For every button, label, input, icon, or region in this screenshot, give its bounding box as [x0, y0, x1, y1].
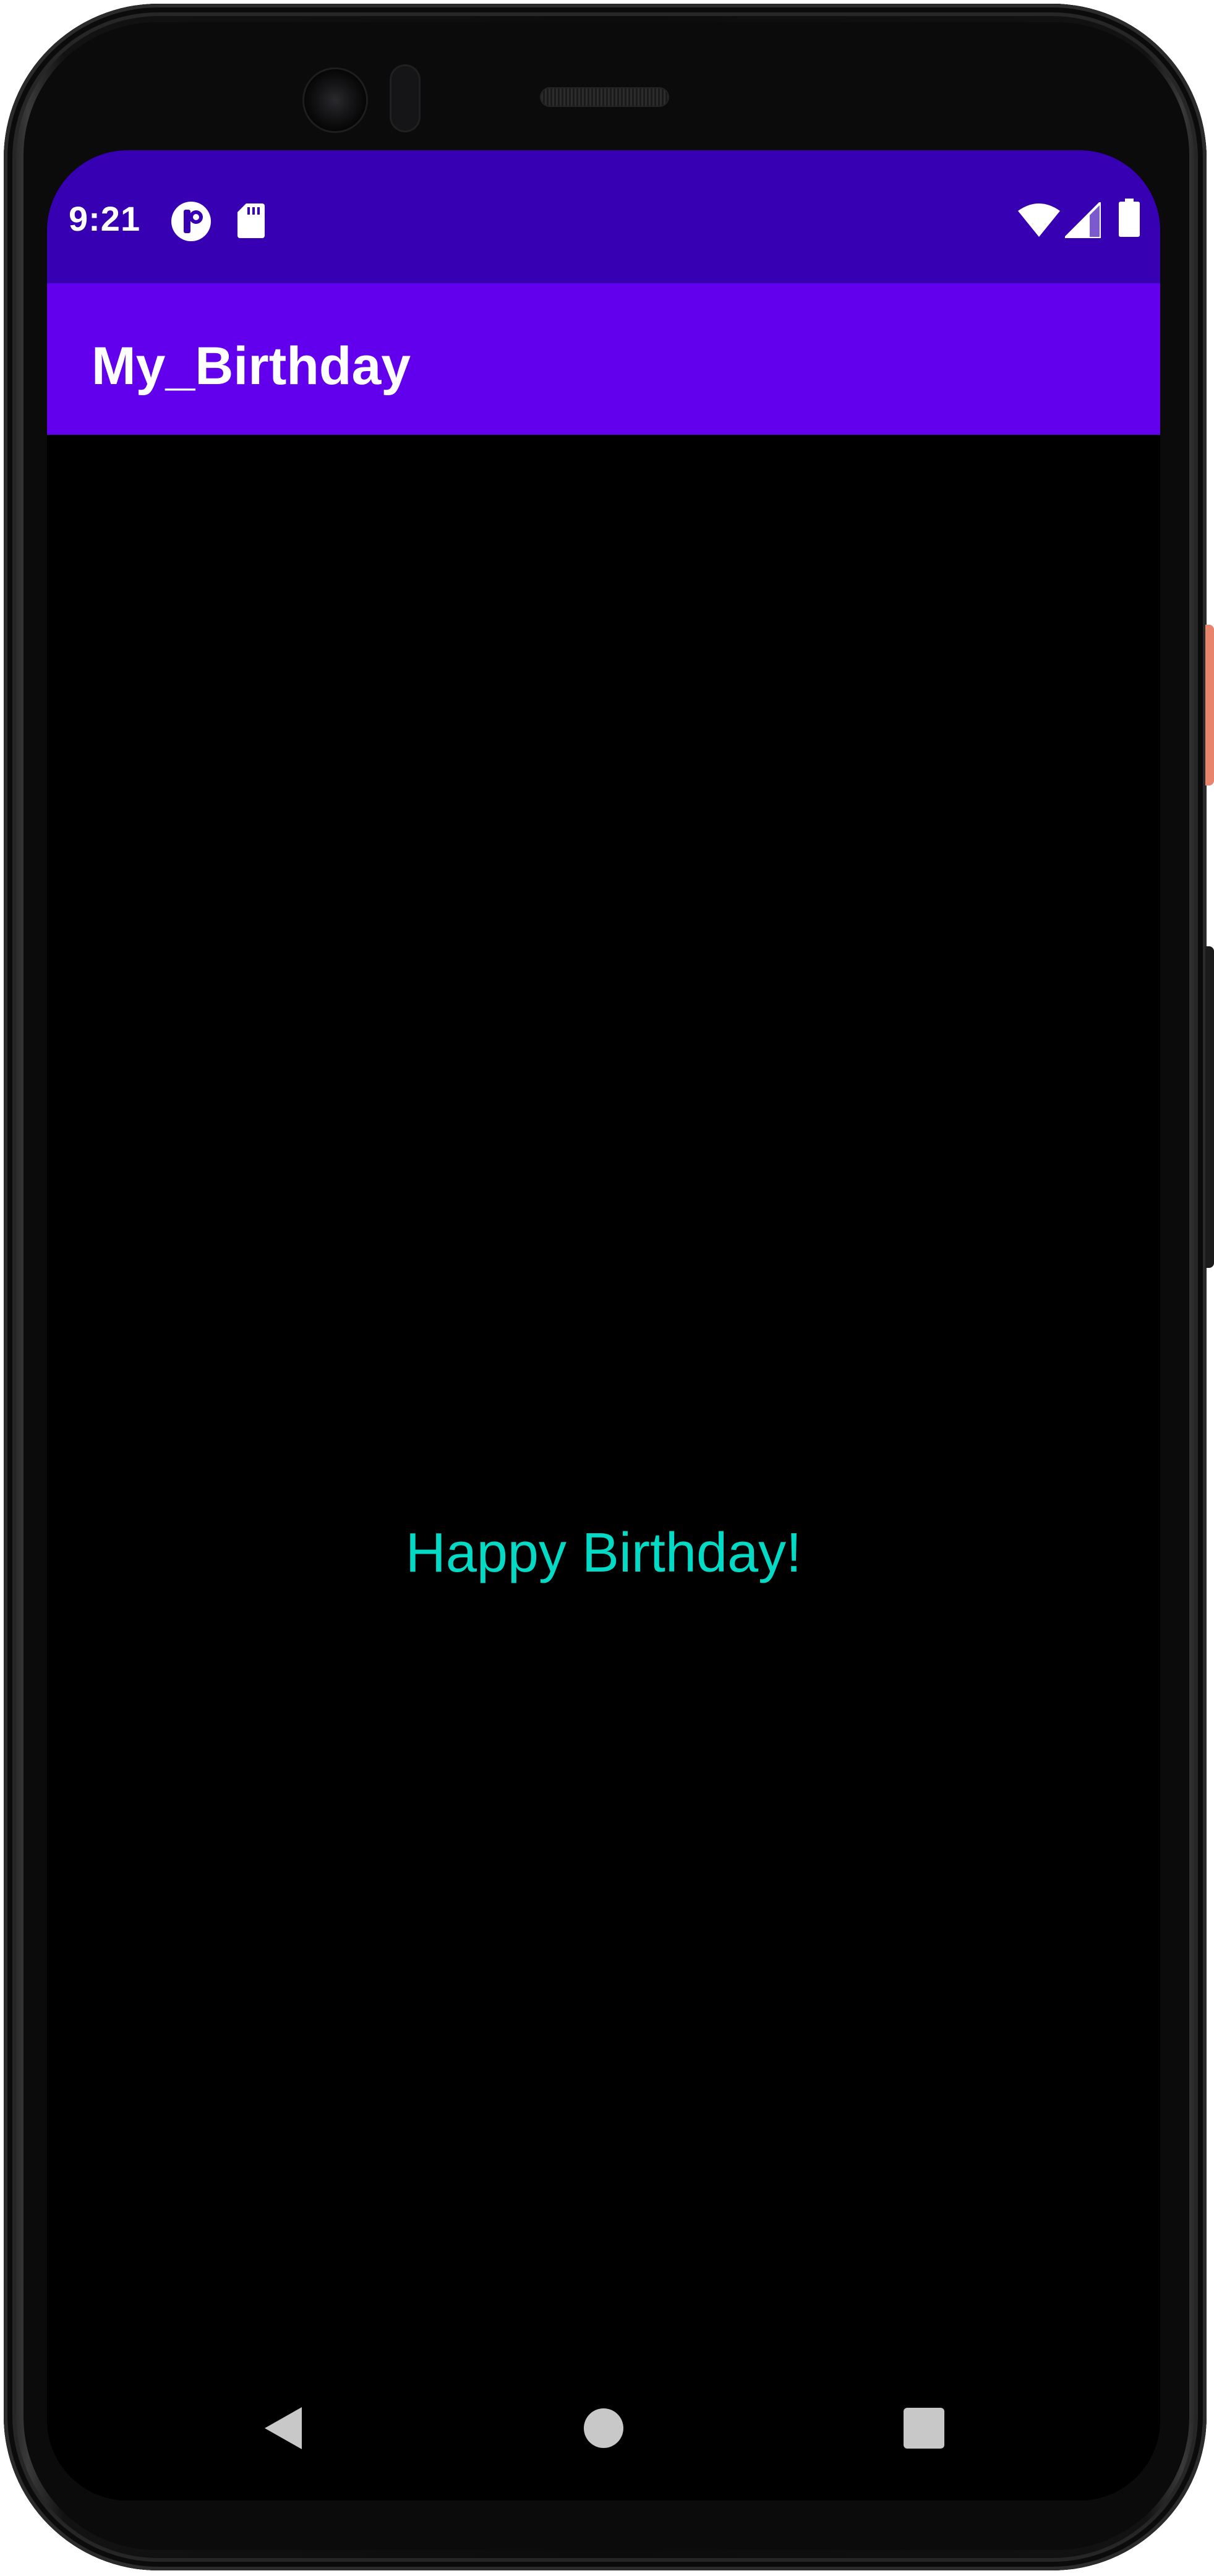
proximity-sensor: [390, 64, 421, 132]
sd-card-icon: [236, 202, 266, 242]
back-icon: [262, 2406, 303, 2454]
home-icon: [583, 2408, 624, 2452]
main-content: Happy Birthday!: [47, 435, 1160, 2501]
status-time: 9:21: [69, 199, 141, 238]
volume-button[interactable]: [1205, 946, 1214, 1268]
app-title: My_Birthday: [92, 336, 411, 396]
power-button[interactable]: [1205, 625, 1214, 785]
cellular-signal-icon: [1064, 201, 1102, 241]
battery-icon: [1119, 199, 1140, 240]
earpiece-speaker: [541, 88, 668, 106]
recents-icon: [904, 2407, 944, 2452]
navigation-bar: [47, 2377, 1160, 2501]
app-toolbar: My_Birthday: [47, 283, 1160, 435]
front-camera: [304, 69, 366, 131]
home-button[interactable]: [576, 2402, 631, 2457]
greeting-text: Happy Birthday!: [405, 1522, 802, 1584]
recents-button[interactable]: [896, 2402, 952, 2457]
wifi-icon: [1018, 203, 1060, 240]
phone-device: 9:21 My_Birthday Happy Birthday!: [0, 0, 1214, 2576]
status-bar: 9:21: [47, 150, 1160, 283]
app-notification-icon: [171, 201, 212, 245]
phone-screen: 9:21 My_Birthday Happy Birthday!: [47, 150, 1160, 2501]
back-button[interactable]: [255, 2402, 310, 2457]
